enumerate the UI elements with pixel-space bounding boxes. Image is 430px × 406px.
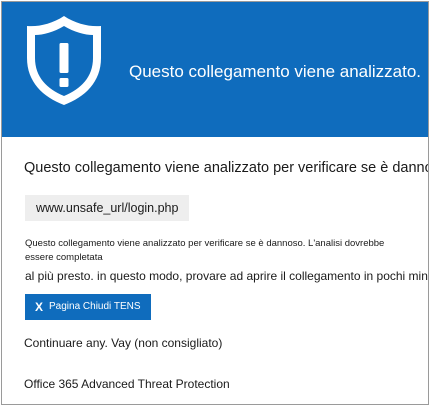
close-icon: X — [35, 300, 44, 314]
shield-warning-icon — [27, 16, 101, 105]
scan-detail-line-2: al più presto. in questo modo, provare a… — [25, 269, 429, 283]
safe-links-warning-page: Questo collegamento viene analizzato. Qu… — [1, 1, 429, 405]
scan-detail-line-1: Questo collegamento viene analizzato per… — [25, 238, 385, 263]
banner-title: Questo collegamento viene analizzato. — [129, 62, 422, 81]
scanned-url: www.unsafe_url/login.php — [25, 195, 190, 221]
close-page-button[interactable]: X Pagina Chiudi TENS — [25, 294, 151, 320]
close-page-button-label: Pagina Chiudi TENS — [49, 301, 141, 312]
scan-detail-text: Questo collegamento viene analizzato per… — [25, 237, 429, 285]
warning-banner: Questo collegamento viene analizzato. — [2, 2, 428, 137]
product-name: Office 365 Advanced Threat Protection — [24, 377, 230, 391]
continue-anyway-link[interactable]: Continuare any. Vay (non consigliato) — [24, 336, 222, 350]
scan-headline: Questo collegamento viene analizzato per… — [24, 160, 429, 176]
